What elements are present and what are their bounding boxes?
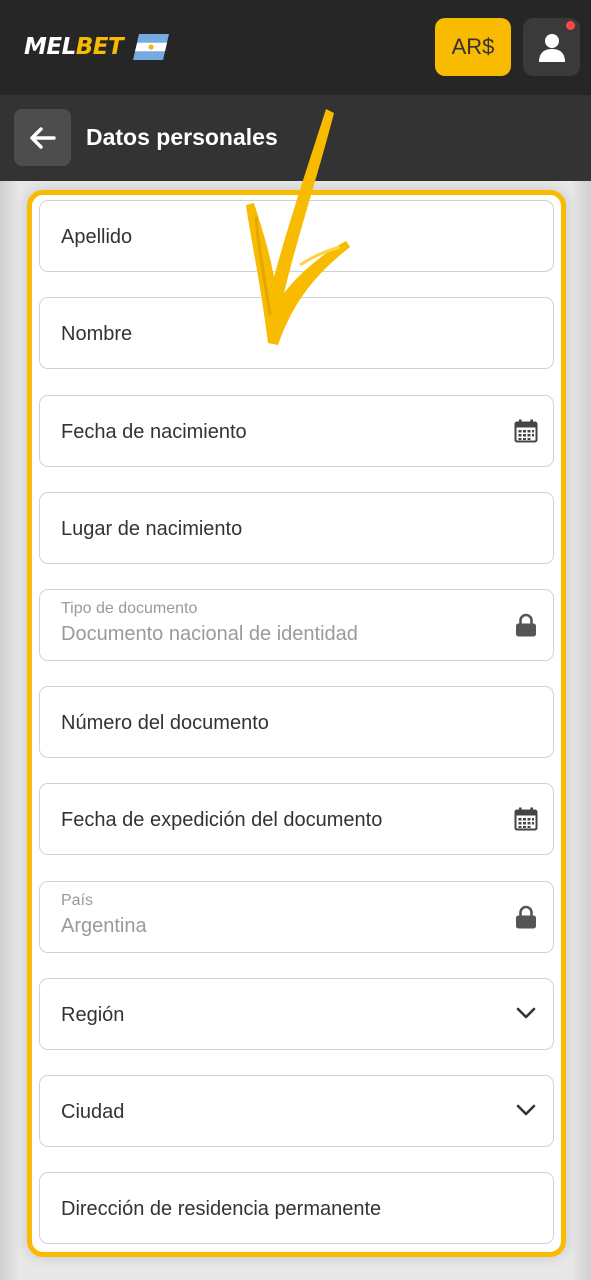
logo-mel: MEL bbox=[24, 33, 76, 60]
name-label: Nombre bbox=[61, 323, 133, 345]
user-icon bbox=[538, 34, 565, 62]
user-profile-button[interactable] bbox=[523, 18, 580, 76]
chevron-down-icon[interactable] bbox=[513, 1097, 539, 1123]
birth-place-field[interactable]: Lugar de nacimiento bbox=[39, 492, 554, 564]
top-bar: MELBET AR$ bbox=[0, 0, 591, 95]
lock-icon bbox=[513, 904, 539, 930]
notification-dot bbox=[566, 21, 575, 30]
document-type-label: Tipo de documento bbox=[61, 600, 198, 617]
address-label: Dirección de residencia permanente bbox=[61, 1198, 382, 1220]
birth-place-label: Lugar de nacimiento bbox=[61, 518, 243, 540]
country-label: País bbox=[61, 892, 94, 909]
document-number-field[interactable]: Número del documento bbox=[39, 686, 554, 758]
argentina-flag-icon bbox=[133, 34, 170, 60]
city-select[interactable]: Ciudad bbox=[39, 1075, 554, 1147]
region-select[interactable]: Región bbox=[39, 978, 554, 1050]
lock-icon bbox=[513, 612, 539, 638]
address-field[interactable]: Dirección de residencia permanente bbox=[39, 1172, 554, 1244]
document-issue-date-field[interactable]: Fecha de expedición del documento bbox=[39, 783, 554, 855]
document-type-value: Documento nacional de identidad bbox=[61, 623, 358, 645]
document-number-label: Número del documento bbox=[61, 712, 269, 734]
currency-button[interactable]: AR$ bbox=[435, 18, 511, 76]
logo-bet: BET bbox=[75, 33, 124, 60]
birth-date-field[interactable]: Fecha de nacimiento bbox=[39, 395, 554, 467]
arrow-left-icon bbox=[29, 126, 56, 149]
country-value: Argentina bbox=[61, 915, 147, 937]
region-label: Región bbox=[61, 1004, 125, 1026]
document-issue-date-label: Fecha de expedición del documento bbox=[61, 809, 383, 831]
checkmark-annotation bbox=[246, 109, 350, 345]
birth-date-label: Fecha de nacimiento bbox=[61, 421, 247, 443]
country-field: País Argentina bbox=[39, 881, 554, 953]
personal-data-form: Apellido Nombre Fecha de nacimiento Luga… bbox=[27, 190, 566, 1257]
surname-label: Apellido bbox=[61, 226, 133, 248]
back-button[interactable] bbox=[14, 109, 71, 166]
chevron-down-icon[interactable] bbox=[513, 1000, 539, 1026]
document-type-field: Tipo de documento Documento nacional de … bbox=[39, 589, 554, 661]
logo-text: MELBET bbox=[24, 33, 124, 60]
melbet-logo[interactable]: MELBET bbox=[24, 32, 170, 62]
city-label: Ciudad bbox=[61, 1101, 125, 1123]
calendar-icon[interactable] bbox=[513, 418, 539, 444]
calendar-icon[interactable] bbox=[513, 806, 539, 832]
